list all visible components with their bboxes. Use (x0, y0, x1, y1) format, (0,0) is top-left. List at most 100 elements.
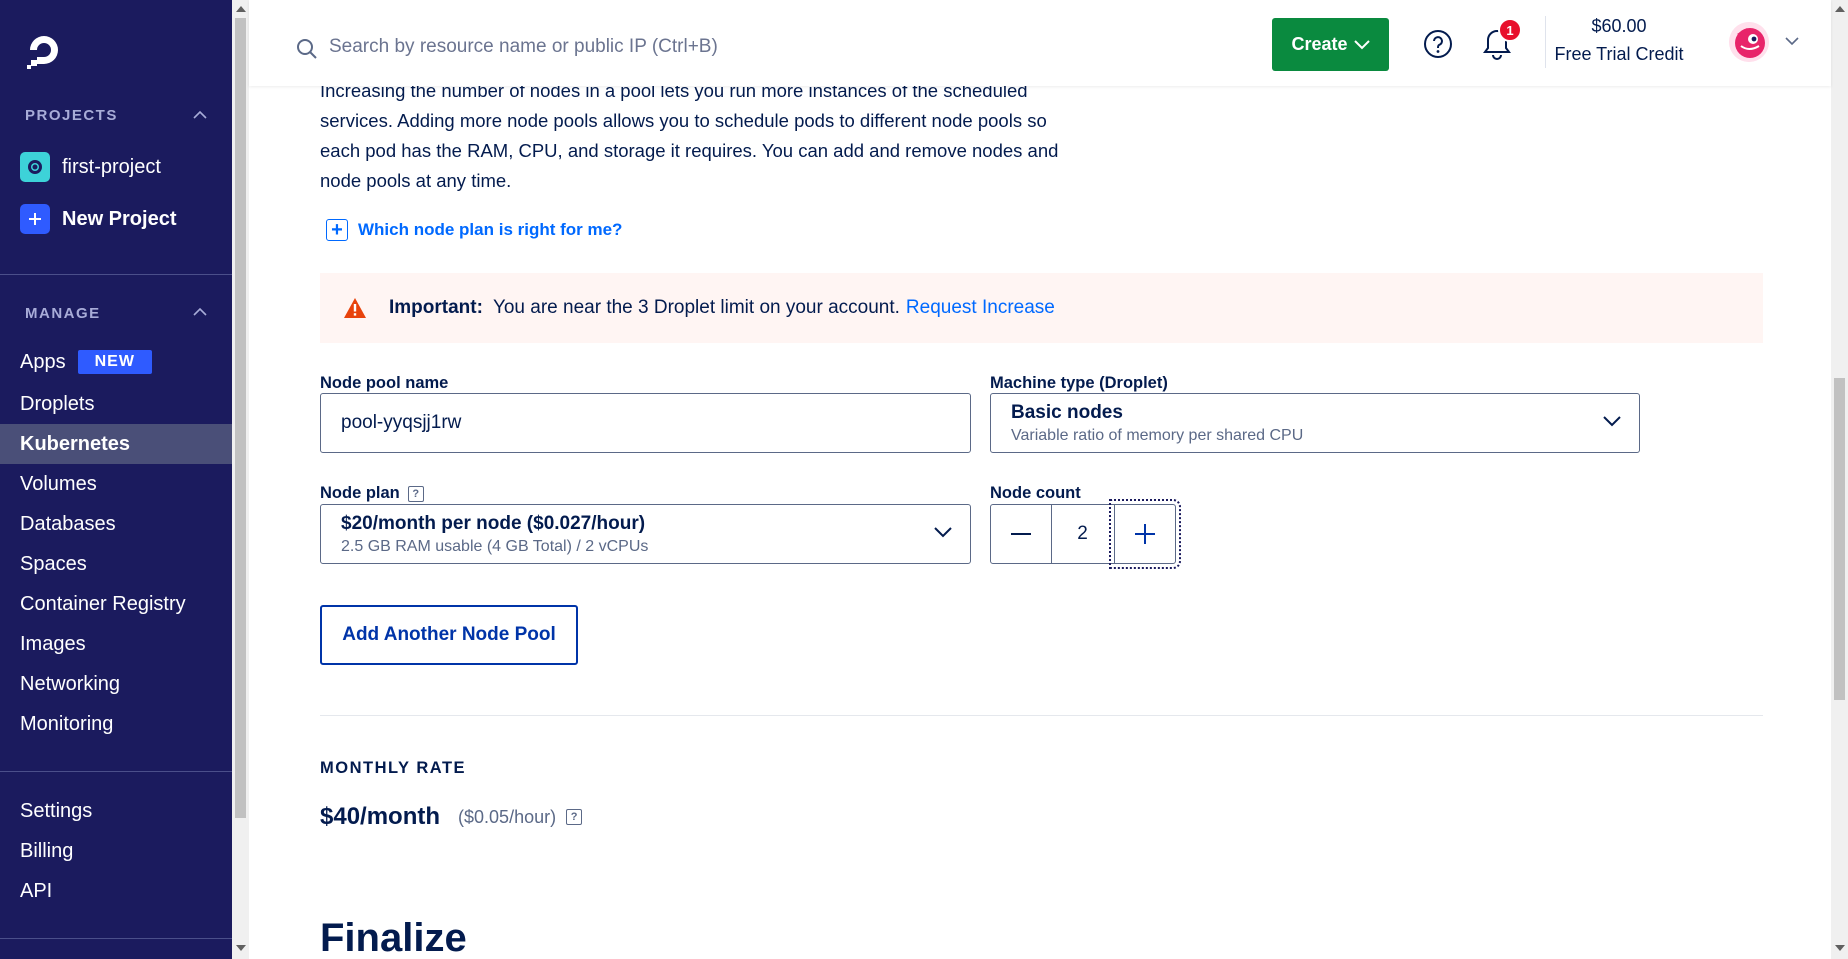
scroll-up-arrow-icon[interactable] (236, 6, 246, 12)
sidebar-item-images[interactable]: Images (0, 624, 232, 664)
sidebar-scrollbar[interactable] (232, 0, 249, 959)
sidebar-item-label: Kubernetes (20, 432, 131, 455)
warning-icon (344, 298, 366, 318)
help-icon[interactable] (1423, 29, 1453, 59)
digitalocean-logo[interactable] (24, 30, 64, 70)
droplet-limit-alert: Important: You are near the 3 Droplet li… (320, 273, 1763, 343)
plus-icon (1135, 524, 1155, 544)
project-label: first-project (62, 155, 161, 178)
node-count-stepper: 2 (990, 499, 1181, 569)
field-label-text: Node count (990, 484, 1081, 502)
hourly-rate-value: ($0.05/hour) (458, 806, 557, 827)
help-question-icon[interactable]: ? (407, 485, 424, 502)
sidebar-item-api[interactable]: API (0, 871, 232, 911)
sidebar-divider (0, 771, 232, 772)
machine-type-select[interactable]: Basic nodes Variable ratio of memory per… (990, 393, 1640, 453)
search-input[interactable] (329, 32, 929, 62)
new-badge: NEW (77, 350, 152, 374)
sidebar-item-spaces[interactable]: Spaces (0, 544, 232, 584)
plus-square-icon: + (326, 219, 348, 241)
node-plan-select[interactable]: $20/month per node ($0.027/hour) 2.5 GB … (320, 504, 971, 564)
sidebar-item-label: Container Registry (20, 592, 186, 615)
manage-heading: MANAGE (25, 305, 101, 322)
plus-icon (20, 204, 50, 234)
sidebar-item-billing[interactable]: Billing (0, 831, 232, 871)
sidebar-item-label: Settings (20, 799, 93, 822)
machine-type-subtitle: Variable ratio of memory per shared CPU (1011, 427, 1304, 444)
page-scrollbar[interactable] (1831, 0, 1848, 959)
node-plan-label: Node plan ? (320, 484, 424, 503)
sidebar-item-label: Droplets (20, 392, 95, 415)
node-plan-title: $20/month per node ($0.027/hour) (341, 513, 646, 534)
credit-amount: $60.00 (1591, 16, 1647, 36)
alert-message: You are near the 3 Droplet limit on your… (492, 297, 900, 318)
node-pool-name-label: Node pool name (320, 374, 448, 393)
sidebar-item-label: Monitoring (20, 712, 114, 735)
sidebar: PROJECTS first-project New Project MANAG… (0, 0, 232, 959)
sidebar-item-label: API (20, 879, 53, 902)
node-pool-description: Increasing the number of nodes in a pool… (320, 80, 1059, 191)
chevron-down-icon[interactable] (1785, 37, 1799, 46)
machine-type-title: Basic nodes (1011, 402, 1123, 423)
decrement-button[interactable] (990, 504, 1052, 564)
chevron-up-icon[interactable] (193, 307, 207, 317)
sidebar-item-container-registry[interactable]: Container Registry (0, 584, 232, 624)
scroll-down-arrow-icon[interactable] (1835, 945, 1845, 951)
node-plan-subtitle: 2.5 GB RAM usable (4 GB Total) / 2 vCPUs (341, 538, 649, 555)
chevron-up-icon[interactable] (193, 110, 207, 120)
sidebar-item-settings[interactable]: Settings (0, 791, 232, 831)
notification-count-badge: 1 (1498, 18, 1522, 42)
sidebar-item-databases[interactable]: Databases (0, 504, 232, 544)
sidebar-item-monitoring[interactable]: Monitoring (0, 704, 232, 744)
which-node-plan-link[interactable]: + Which node plan is right for me? (326, 219, 622, 241)
scroll-down-arrow-icon[interactable] (236, 945, 246, 951)
avatar[interactable] (1729, 22, 1769, 62)
minus-icon (1011, 533, 1031, 535)
search-icon (297, 39, 317, 59)
sidebar-item-droplets[interactable]: Droplets (0, 384, 232, 424)
machine-type-label: Machine type (Droplet) (990, 374, 1168, 393)
field-label-text: Node pool name (320, 374, 449, 392)
scroll-up-arrow-icon[interactable] (1835, 6, 1845, 12)
new-project-label: New Project (62, 207, 177, 230)
top-header: Create 1 $60.00 Free Trial Credit (249, 0, 1831, 86)
sidebar-item-label: Spaces (20, 552, 87, 575)
new-project-button[interactable]: New Project (20, 204, 176, 234)
monthly-rate-heading: MONTHLY RATE (320, 759, 467, 777)
node-count-label: Node count (990, 484, 1081, 503)
sidebar-item-networking[interactable]: Networking (0, 664, 232, 704)
field-label-text: Node plan (320, 484, 400, 502)
scrollbar-thumb[interactable] (235, 18, 246, 818)
monthly-rate-value: $40/month (320, 803, 441, 830)
sidebar-item-kubernetes[interactable]: Kubernetes (0, 424, 232, 464)
increment-button[interactable] (1109, 499, 1181, 569)
project-first-project[interactable]: first-project (20, 152, 161, 182)
projects-heading: PROJECTS (25, 107, 118, 124)
chevron-down-icon (934, 527, 952, 538)
field-label-text: Machine type (Droplet) (990, 374, 1168, 392)
main-content: Increasing the number of nodes in a pool… (249, 80, 1831, 959)
credit-label: Free Trial Credit (1554, 44, 1684, 64)
add-node-pool-button[interactable]: Add Another Node Pool (320, 605, 578, 665)
sidebar-item-label: Databases (20, 512, 116, 535)
sidebar-item-volumes[interactable]: Volumes (0, 464, 232, 504)
sidebar-divider (0, 274, 232, 275)
alert-title: Important: (389, 297, 483, 318)
sidebar-divider (0, 938, 232, 939)
create-button[interactable]: Create (1272, 18, 1389, 71)
sidebar-item-label: Images (20, 632, 86, 655)
request-increase-link[interactable]: Request Increase (906, 297, 1055, 319)
monthly-rate-row: $40/month ($0.05/hour) ? (320, 803, 583, 831)
project-icon (20, 152, 50, 182)
sidebar-item-label: Billing (20, 839, 74, 862)
sidebar-item-apps[interactable]: Apps NEW (0, 342, 232, 382)
chevron-down-icon (1603, 416, 1621, 427)
sidebar-item-label: Networking (20, 672, 121, 695)
chevron-down-icon (1353, 39, 1370, 49)
sidebar-item-label: Apps (20, 350, 66, 373)
node-pool-name-field[interactable] (320, 393, 971, 453)
scrollbar-thumb[interactable] (1834, 378, 1845, 700)
node-count-value[interactable]: 2 (1051, 504, 1114, 564)
help-question-icon[interactable]: ? (566, 809, 583, 825)
finalize-heading: Finalize (320, 916, 467, 959)
